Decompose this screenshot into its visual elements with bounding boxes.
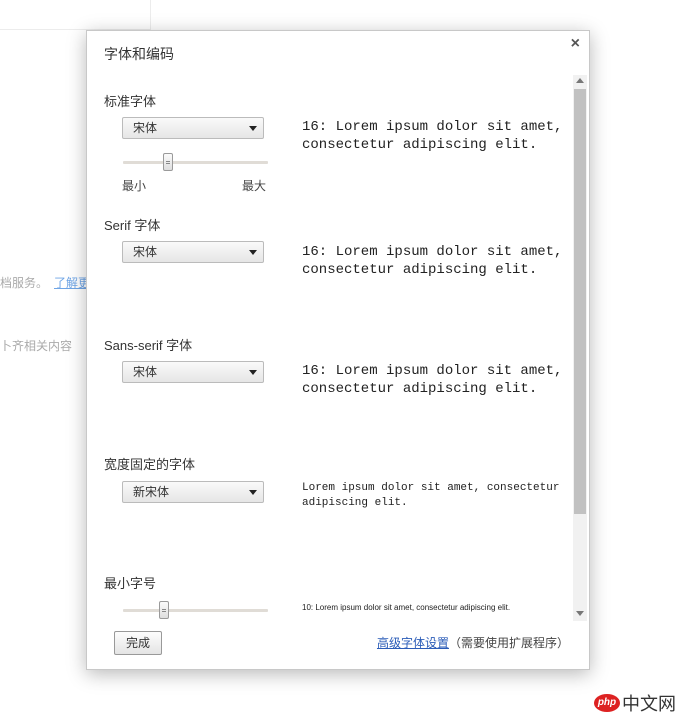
watermark: php 中文网 xyxy=(594,690,676,716)
background-divider-vertical xyxy=(150,0,151,30)
serif-font-preview: 16: Lorem ipsum dolor sit amet, consecte… xyxy=(302,244,571,278)
slider-min-label: 最小 xyxy=(122,179,147,193)
watermark-text: 中文网 xyxy=(622,694,676,714)
advanced-font-settings: 高级字体设置（需要使用扩展程序） xyxy=(377,634,569,651)
background-text-line: 档服务。 了解更 xyxy=(0,274,90,291)
sans-serif-font-select-value: 宋体 xyxy=(133,365,158,379)
scrollbar-thumb[interactable] xyxy=(574,89,586,514)
done-button[interactable]: 完成 xyxy=(114,631,162,655)
slider-max-label: 最大 xyxy=(242,179,267,193)
close-icon[interactable]: × xyxy=(571,36,580,52)
php-logo: php xyxy=(594,694,620,712)
advanced-font-settings-link[interactable]: 高级字体设置 xyxy=(377,636,449,650)
fixed-width-font-preview: Lorem ipsum dolor sit amet, consectetur … xyxy=(302,482,567,509)
serif-font-select[interactable]: 宋体 xyxy=(122,241,264,263)
font-size-slider-track[interactable] xyxy=(123,161,268,164)
fixed-width-font-select-value: 新宋体 xyxy=(133,485,170,499)
background-text-line-2: 卜齐相关内容 xyxy=(0,339,73,353)
scroll-down-icon[interactable] xyxy=(576,611,584,616)
font-size-slider-thumb[interactable] xyxy=(162,153,173,171)
background-text: 档服务。 xyxy=(0,276,49,290)
sans-serif-font-preview: 16: Lorem ipsum dolor sit amet, consecte… xyxy=(302,363,571,397)
standard-font-preview: 16: Lorem ipsum dolor sit amet, consecte… xyxy=(302,119,571,153)
sans-serif-font-select[interactable]: 宋体 xyxy=(122,361,264,383)
vertical-scrollbar[interactable] xyxy=(573,75,587,621)
serif-font-label: Serif 字体 xyxy=(104,218,161,233)
settings-scroll-area[interactable]: 标准字体 宋体 16: Lorem ipsum dolor sit amet, … xyxy=(87,71,573,621)
sans-serif-font-label: Sans-serif 字体 xyxy=(104,338,193,353)
chevron-down-icon xyxy=(249,126,257,131)
minimum-size-slider-thumb[interactable] xyxy=(158,601,169,619)
serif-font-select-value: 宋体 xyxy=(133,245,158,259)
minimum-size-slider-track[interactable] xyxy=(123,609,268,612)
advanced-font-settings-note: （需要使用扩展程序） xyxy=(448,636,569,650)
fixed-width-font-select[interactable]: 新宋体 xyxy=(122,481,264,503)
standard-font-label: 标准字体 xyxy=(104,94,157,109)
chevron-down-icon xyxy=(249,250,257,255)
minimum-font-size-label: 最小字号 xyxy=(104,576,157,591)
background-learn-more-link[interactable]: 了解更 xyxy=(54,276,90,290)
scroll-up-icon[interactable] xyxy=(576,78,584,83)
dialog-title: 字体和编码 xyxy=(104,46,174,62)
chevron-down-icon xyxy=(249,370,257,375)
fixed-width-font-label: 宽度固定的字体 xyxy=(104,457,196,472)
standard-font-select[interactable]: 宋体 xyxy=(122,117,264,139)
fonts-encoding-dialog: 字体和编码 × 标准字体 宋体 16: Lorem ipsum dolor si… xyxy=(86,30,590,670)
minimum-font-size-preview: 10: Lorem ipsum dolor sit amet, consecte… xyxy=(302,603,511,612)
chevron-down-icon xyxy=(249,490,257,495)
standard-font-select-value: 宋体 xyxy=(133,121,158,135)
